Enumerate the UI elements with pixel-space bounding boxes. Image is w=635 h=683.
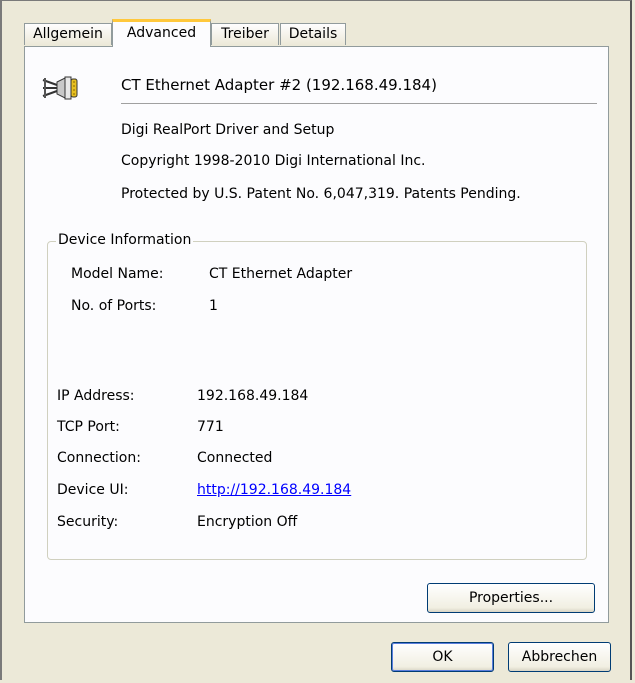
model-name-label: Model Name: [71, 266, 164, 282]
ip-address-label: IP Address: [57, 388, 135, 404]
security-value: Encryption Off [197, 514, 298, 530]
cancel-button[interactable]: Abbrechen [508, 642, 611, 672]
patent-text: Protected by U.S. Patent No. 6,047,319. … [121, 186, 521, 202]
connection-label: Connection: [57, 450, 141, 466]
device-title: CT Ethernet Adapter #2 (192.168.49.184) [121, 76, 437, 94]
driver-text: Digi RealPort Driver and Setup [121, 122, 335, 138]
ok-button[interactable]: OK [391, 642, 494, 672]
properties-button[interactable]: Properties... [427, 583, 595, 613]
tab-allgemein[interactable]: Allgemein [24, 23, 112, 45]
advanced-tab-panel: CT Ethernet Adapter #2 (192.168.49.184) … [24, 46, 609, 623]
network-adapter-icon [41, 72, 83, 104]
device-information-group: Device Information Model Name: CT Ethern… [47, 232, 587, 560]
group-title: Device Information [56, 232, 194, 248]
tcp-port-value: 771 [197, 419, 224, 435]
security-label: Security: [57, 514, 119, 530]
device-ui-link[interactable]: http://192.168.49.184 [197, 482, 351, 498]
properties-dialog: Allgemein Advanced Treiber Details CT Et… [0, 0, 632, 680]
model-name-value: CT Ethernet Adapter [209, 266, 353, 282]
header-separator [121, 103, 597, 104]
copyright-text: Copyright 1998-2010 Digi International I… [121, 153, 426, 169]
ip-address-value: 192.168.49.184 [197, 388, 309, 404]
tcp-port-label: TCP Port: [57, 419, 120, 435]
ports-label: No. of Ports: [71, 298, 157, 314]
tab-details[interactable]: Details [280, 23, 346, 45]
tab-treiber[interactable]: Treiber [211, 23, 279, 45]
ports-value: 1 [209, 298, 218, 314]
device-ui-label: Device UI: [57, 482, 129, 498]
connection-value: Connected [197, 450, 273, 466]
tab-advanced[interactable]: Advanced [112, 19, 211, 47]
